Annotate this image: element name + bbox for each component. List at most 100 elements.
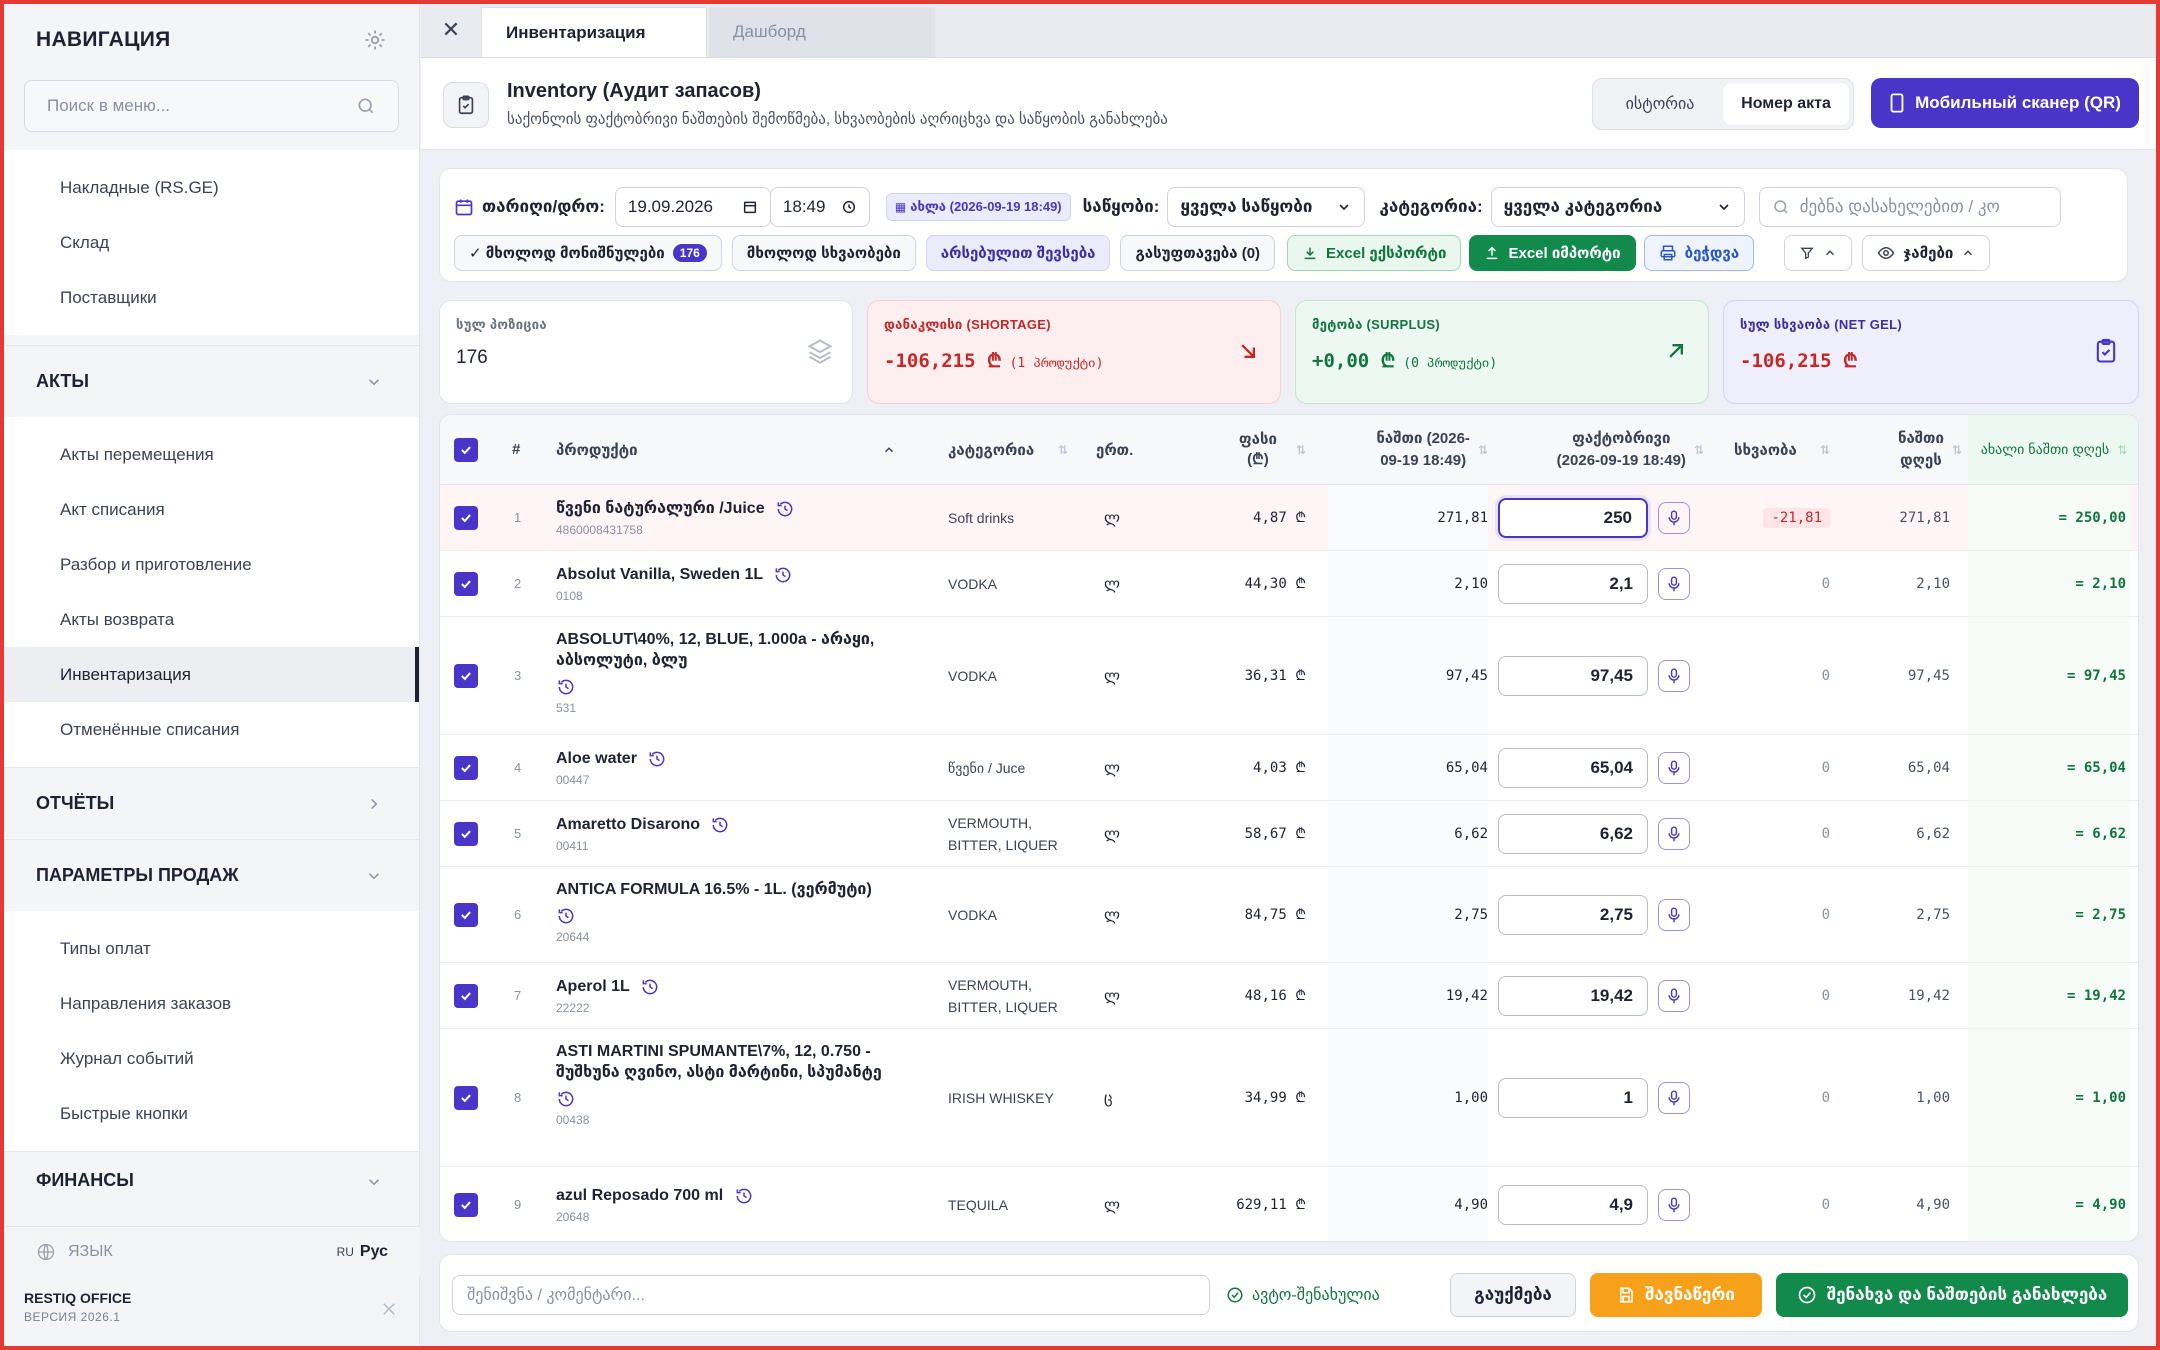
col-new[interactable]: ახალი ნაშთი დღეს ⇅ — [1968, 415, 2138, 484]
col-product[interactable]: პროდუქტი — [556, 415, 896, 484]
microphone-icon[interactable] — [1658, 898, 1690, 931]
draft-button[interactable]: შავნაწერი — [1590, 1273, 1762, 1317]
warehouse-select[interactable]: ყველა საწყობი — [1167, 187, 1366, 227]
category-select[interactable]: ყველა კატეგორია — [1490, 187, 1745, 227]
table-row[interactable]: 1 წვენი ნატურალური /Juice 4860008431758 So… — [440, 485, 2138, 551]
reset-button[interactable]: გასუფთავება (0) — [1120, 235, 1276, 271]
only-marked-toggle[interactable]: ✓ მხოლოდ მონიშნულები 176 — [454, 235, 722, 271]
clock-icon[interactable] — [841, 199, 857, 215]
actual-qty-input[interactable]: 2,1 — [1498, 563, 1648, 604]
table-row[interactable]: 4 Aloe water 00447 წვენი / Juce ლ 4,03 ₾ 65,0… — [440, 735, 2138, 801]
gear-icon[interactable] — [363, 28, 387, 52]
product-search-input[interactable]: ძებნა დასახელებით / კო — [1758, 187, 2061, 227]
actual-qty-input[interactable]: 4,9 — [1498, 1184, 1648, 1225]
actual-qty-input[interactable]: 65,04 — [1498, 747, 1648, 788]
col-diff[interactable]: სხვაობა ⇅ — [1734, 415, 1830, 484]
history-icon[interactable] — [710, 815, 730, 835]
row-checkbox[interactable] — [454, 1167, 478, 1241]
sidebar-section-finance[interactable]: ФИНАНСЫ — [4, 1151, 419, 1191]
history-icon[interactable] — [734, 1186, 754, 1206]
sidebar-section-reports[interactable]: ОТЧЁТЫ — [4, 767, 419, 839]
sidebar-section-sales[interactable]: ПАРАМЕТРЫ ПРОДАЖ — [4, 839, 419, 911]
sidebar-item-transfer-acts[interactable]: Акты перемещения — [4, 427, 419, 482]
row-checkbox[interactable] — [454, 867, 478, 962]
sidebar-item-event-log[interactable]: Журнал событий — [4, 1031, 419, 1086]
cancel-button[interactable]: გაუქმება — [1450, 1273, 1576, 1317]
col-price[interactable]: ფასი (₾) ⇅ — [1180, 415, 1306, 484]
history-icon[interactable] — [640, 977, 660, 997]
table-row[interactable]: 5 Amaretto Disarono 00411 VERMOUTH, BITTER… — [440, 801, 2138, 867]
row-checkbox[interactable] — [454, 801, 478, 866]
date-input[interactable]: 19.09.2026 — [614, 187, 771, 227]
sidebar-item-payment-types[interactable]: Типы оплат — [4, 921, 419, 976]
select-all-checkbox[interactable] — [454, 415, 478, 484]
actual-qty-input[interactable]: 2,75 — [1498, 894, 1648, 935]
actual-qty-input[interactable]: 250 — [1498, 497, 1648, 538]
microphone-icon[interactable] — [1658, 817, 1690, 850]
close-icon[interactable] — [380, 1300, 398, 1318]
filter-toggle-button[interactable] — [1784, 235, 1853, 271]
table-row[interactable]: 7 Aperol 1L 22222 VERMOUTH, BITTER, LIQUER… — [440, 963, 2138, 1029]
microphone-icon[interactable] — [1658, 501, 1690, 534]
language-switcher[interactable]: ЯЗЫК RU Рус — [4, 1226, 420, 1276]
time-input[interactable]: 18:49 — [769, 187, 870, 227]
only-diff-toggle[interactable]: მხოლოდ სხვაობები — [731, 235, 916, 271]
row-checkbox[interactable] — [454, 485, 478, 550]
microphone-icon[interactable] — [1658, 659, 1690, 692]
col-today[interactable]: ნაშთი დღეს ⇅ — [1840, 415, 1962, 484]
history-icon[interactable] — [556, 906, 576, 926]
actual-qty-input[interactable]: 6,62 — [1498, 813, 1648, 854]
tab-inventory[interactable]: Инвентаризация — [481, 7, 707, 57]
now-button[interactable]: ▦ ახლა (2026-09-19 18:49) — [885, 193, 1071, 221]
history-icon[interactable] — [556, 677, 576, 697]
excel-import-button[interactable]: Excel იმპორტი — [1469, 235, 1636, 271]
microphone-icon[interactable] — [1658, 567, 1690, 600]
history-icon[interactable] — [556, 1089, 576, 1109]
history-icon[interactable] — [647, 749, 667, 769]
row-checkbox[interactable] — [454, 1029, 478, 1166]
totals-toggle-button[interactable]: ჯამები — [1862, 235, 1991, 271]
col-category[interactable]: კატეგორია ⇅ — [948, 415, 1068, 484]
history-icon[interactable] — [775, 499, 795, 519]
act-number-toggle[interactable]: Номер акта — [1723, 83, 1849, 125]
table-row[interactable]: 3 ABSOLUT\40%, 12, BLUE, 1.000a - არაყი, … — [440, 617, 2138, 735]
sidebar-item-cancelled-writeoffs[interactable]: Отменённые списания — [4, 702, 419, 757]
sidebar-item-inventory[interactable]: Инвентаризация — [4, 647, 419, 702]
print-button[interactable]: ბეჭდვა — [1643, 235, 1755, 271]
col-rest[interactable]: ნაშთი (2026- 09-19 18:49) ⇅ — [1328, 415, 1488, 484]
sidebar-item-suppliers[interactable]: Поставщики — [4, 270, 419, 325]
sidebar-item-order-directions[interactable]: Направления заказов — [4, 976, 419, 1031]
sidebar-item-invoices[interactable]: Накладные (RS.GE) — [4, 160, 419, 215]
sidebar-item-disassembly[interactable]: Разбор и приготовление — [4, 537, 419, 592]
save-and-update-button[interactable]: შენახვა და ნაშთების განახლება — [1776, 1273, 2128, 1317]
row-checkbox[interactable] — [454, 551, 478, 616]
col-actual[interactable]: ფაქტობრივი (2026-09-19 18:49) ⇅ — [1494, 415, 1704, 484]
row-checkbox[interactable] — [454, 735, 478, 800]
mobile-scanner-button[interactable]: Мобильный сканер (QR) — [1871, 78, 2139, 128]
fill-actual-button[interactable]: არსებულით შევსება — [925, 235, 1111, 271]
table-row[interactable]: 9 azul Reposado 700 ml 20648 TEQUILA ლ 629,1… — [440, 1167, 2138, 1241]
history-toggle[interactable]: ისტორია — [1597, 83, 1723, 125]
sidebar-item-quick-buttons[interactable]: Быстрые кнопки — [4, 1086, 419, 1141]
history-icon[interactable] — [773, 565, 793, 585]
microphone-icon[interactable] — [1658, 751, 1690, 784]
actual-qty-input[interactable]: 1 — [1498, 1077, 1648, 1118]
actual-qty-input[interactable]: 97,45 — [1498, 655, 1648, 696]
table-row[interactable]: 2 Absolut Vanilla, Sweden 1L 0108 VODKA ლ 44… — [440, 551, 2138, 617]
tab-dashboard[interactable]: Дашборд — [709, 7, 935, 57]
row-checkbox[interactable] — [454, 617, 478, 734]
actual-qty-input[interactable]: 19,42 — [1498, 975, 1648, 1016]
sidebar-item-writeoff-act[interactable]: Акт списания — [4, 482, 419, 537]
table-row[interactable]: 6 ANTICA FORMULA 16.5% - 1L. (ვერმუტი) 206… — [440, 867, 2138, 963]
close-tab-icon[interactable]: ✕ — [421, 3, 481, 57]
sidebar-item-return-acts[interactable]: Акты возврата — [4, 592, 419, 647]
microphone-icon[interactable] — [1658, 1188, 1690, 1221]
sidebar-item-stock[interactable]: Склад — [4, 215, 419, 270]
calendar-picker-icon[interactable] — [742, 199, 758, 215]
table-row[interactable]: 8 ASTI MARTINI SPUMANTE\7%, 12, 0.750 - შ… — [440, 1029, 2138, 1167]
microphone-icon[interactable] — [1658, 1081, 1690, 1114]
microphone-icon[interactable] — [1658, 979, 1690, 1012]
sidebar-search-input[interactable]: Поиск в меню... — [24, 80, 399, 132]
excel-export-button[interactable]: Excel ექსპორტი — [1287, 235, 1462, 271]
row-checkbox[interactable] — [454, 963, 478, 1028]
